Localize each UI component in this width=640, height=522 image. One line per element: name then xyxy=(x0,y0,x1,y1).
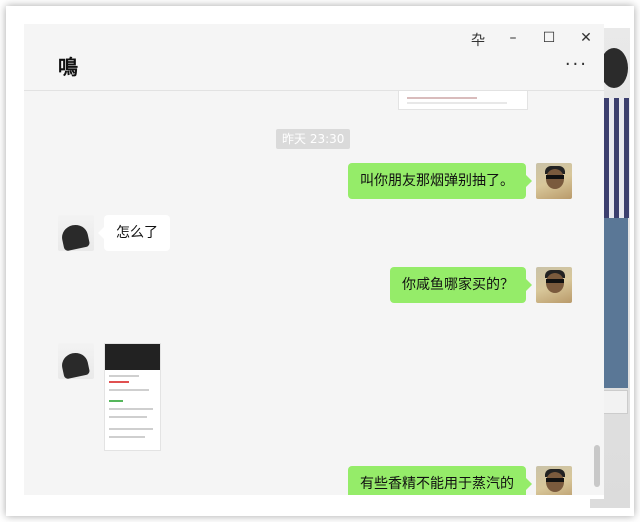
avatar[interactable] xyxy=(536,163,572,199)
image-content xyxy=(407,97,477,99)
image-content xyxy=(407,102,507,104)
image-content xyxy=(109,416,147,418)
pin-icon[interactable]: 卆 xyxy=(468,30,488,50)
avatar-face xyxy=(546,472,564,492)
avatar-silhouette xyxy=(59,350,91,379)
image-content xyxy=(109,389,149,391)
avatar[interactable] xyxy=(58,343,94,379)
minimize-button[interactable]: – xyxy=(503,30,523,46)
avatar[interactable] xyxy=(58,215,94,251)
avatar-glasses xyxy=(546,175,564,179)
chat-window: 鳴 卆 – ☐ ✕ ··· 昨天 23:30 叫你朋友那烟弹别抽了。 怎么了 你… xyxy=(24,24,604,499)
message-bubble-sent[interactable]: 你咸鱼哪家买的？ xyxy=(390,267,532,303)
image-content xyxy=(109,400,123,402)
input-area-edge xyxy=(24,495,604,499)
chat-title: 鳴 xyxy=(58,55,78,79)
scrollbar[interactable] xyxy=(594,445,600,487)
image-content xyxy=(109,428,153,430)
message-bubble-sent[interactable]: 叫你朋友那烟弹别抽了。 xyxy=(348,163,532,199)
avatar-glasses xyxy=(546,478,564,482)
chat-header: 鳴 卆 – ☐ ✕ ··· xyxy=(24,24,604,91)
image-content xyxy=(109,375,139,377)
image-content xyxy=(109,381,129,383)
avatar-glasses xyxy=(546,279,564,283)
timestamp: 昨天 23:30 xyxy=(276,129,351,149)
avatar-face xyxy=(546,273,564,293)
close-button[interactable]: ✕ xyxy=(576,30,596,46)
avatar[interactable] xyxy=(536,267,572,303)
avatar-silhouette xyxy=(59,222,91,251)
more-options-icon[interactable]: ··· xyxy=(565,54,588,75)
image-message[interactable] xyxy=(104,343,161,451)
avatar-face xyxy=(546,169,564,189)
image-content xyxy=(109,436,145,438)
image-message-partial[interactable] xyxy=(398,91,528,110)
background-person-head xyxy=(600,48,628,88)
image-content xyxy=(109,408,153,410)
message-list: 昨天 23:30 叫你朋友那烟弹别抽了。 怎么了 你咸鱼哪家买的？ 有些香精不能… xyxy=(24,91,604,499)
image-content xyxy=(105,344,160,370)
message-bubble-received[interactable]: 怎么了 xyxy=(98,215,170,251)
maximize-button[interactable]: ☐ xyxy=(539,30,559,46)
